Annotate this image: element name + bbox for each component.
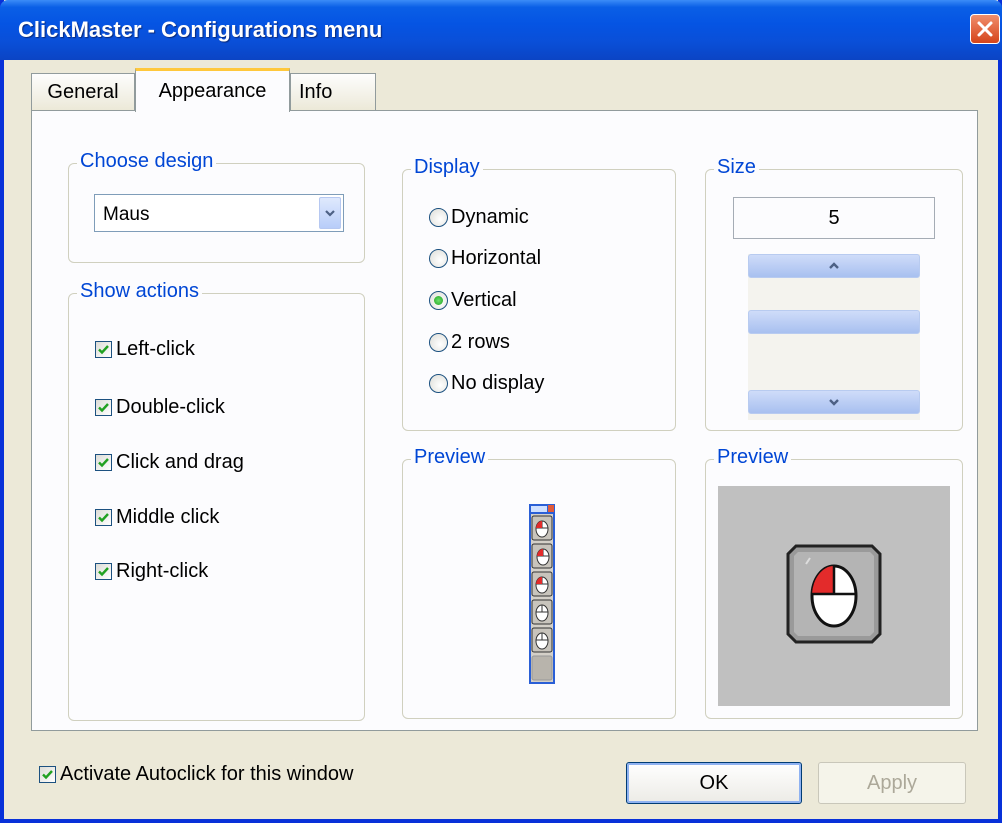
checkbox-right-click[interactable]: Right-click bbox=[95, 560, 208, 583]
checkbox-icon bbox=[95, 399, 112, 416]
preview-icon-label: Preview bbox=[714, 446, 792, 469]
tab-general-label: General bbox=[47, 80, 119, 103]
radio-dynamic[interactable]: Dynamic bbox=[429, 206, 529, 229]
ok-button-label: OK bbox=[699, 771, 729, 794]
checkbox-icon bbox=[95, 454, 112, 471]
size-slider[interactable] bbox=[748, 254, 920, 420]
checkbox-double-click[interactable]: Double-click bbox=[95, 396, 225, 419]
design-dropdown[interactable]: Maus bbox=[94, 194, 344, 232]
close-icon bbox=[977, 21, 993, 37]
apply-button-label: Apply bbox=[866, 771, 918, 794]
size-slider-thumb[interactable] bbox=[748, 310, 920, 334]
vertical-toolbar-preview-icon bbox=[529, 504, 555, 684]
choose-design-group: Choose design Maus bbox=[68, 150, 365, 263]
title-bar[interactable]: ClickMaster - Configurations menu bbox=[0, 0, 1002, 60]
autoclick-checkbox[interactable]: Activate Autoclick for this window bbox=[39, 763, 353, 786]
tab-appearance[interactable]: Appearance bbox=[135, 68, 290, 112]
radio-icon bbox=[429, 333, 448, 352]
chevron-down-icon[interactable] bbox=[319, 197, 341, 229]
design-dropdown-value: Maus bbox=[103, 204, 150, 225]
chevron-down-icon bbox=[829, 399, 839, 406]
checkbox-click-and-drag[interactable]: Click and drag bbox=[95, 451, 244, 474]
tab-info-label: Info bbox=[299, 80, 333, 103]
checkbox-label: Double-click bbox=[116, 396, 225, 418]
checkbox-icon bbox=[95, 341, 112, 358]
checkbox-label: Click and drag bbox=[116, 451, 244, 473]
preview-toolbar-label: Preview bbox=[411, 446, 489, 469]
radio-vertical[interactable]: Vertical bbox=[429, 289, 517, 312]
display-group: Display Dynamic Horizontal Vertical 2 ro… bbox=[402, 156, 676, 431]
radio-2-rows[interactable]: 2 rows bbox=[429, 331, 510, 354]
checkbox-icon bbox=[95, 563, 112, 580]
checkbox-label: Right-click bbox=[116, 560, 209, 582]
window-title: ClickMaster - Configurations menu bbox=[18, 17, 383, 42]
radio-label: No display bbox=[451, 372, 545, 394]
size-down-button[interactable] bbox=[748, 390, 920, 414]
appearance-panel: Choose design Maus Show actions Left-cli… bbox=[31, 110, 978, 731]
radio-label: Horizontal bbox=[451, 247, 542, 269]
preview-area bbox=[718, 486, 950, 706]
radio-icon bbox=[429, 208, 448, 227]
size-label: Size bbox=[714, 156, 759, 179]
choose-design-label: Choose design bbox=[77, 150, 217, 173]
radio-horizontal[interactable]: Horizontal bbox=[429, 247, 541, 270]
tab-info[interactable]: Info bbox=[290, 73, 376, 110]
radio-label: Vertical bbox=[451, 289, 517, 311]
autoclick-label: Activate Autoclick for this window bbox=[60, 763, 354, 785]
display-label: Display bbox=[411, 156, 483, 179]
checkbox-middle-click[interactable]: Middle click bbox=[95, 506, 219, 529]
size-up-button[interactable] bbox=[748, 254, 920, 278]
show-actions-group: Show actions Left-click Double-click Cli… bbox=[68, 280, 365, 721]
size-group: Size 5 bbox=[705, 156, 963, 431]
mouse-icon bbox=[786, 544, 882, 644]
checkbox-label: Left-click bbox=[116, 338, 195, 360]
radio-no-display[interactable]: No display bbox=[429, 372, 544, 395]
chevron-up-icon bbox=[829, 262, 839, 269]
checkbox-left-click[interactable]: Left-click bbox=[95, 338, 195, 361]
radio-label: Dynamic bbox=[451, 206, 529, 228]
tab-general[interactable]: General bbox=[31, 73, 135, 110]
size-value: 5 bbox=[733, 197, 935, 239]
radio-icon bbox=[429, 249, 448, 268]
show-actions-label: Show actions bbox=[77, 280, 202, 303]
radio-selected-icon bbox=[429, 291, 448, 310]
tab-appearance-label: Appearance bbox=[158, 80, 267, 102]
radio-icon bbox=[429, 374, 448, 393]
preview-toolbar-group: Preview bbox=[402, 446, 676, 719]
checkbox-icon bbox=[95, 509, 112, 526]
checkbox-icon bbox=[39, 766, 56, 783]
apply-button[interactable]: Apply bbox=[818, 762, 966, 804]
ok-button[interactable]: OK bbox=[626, 762, 802, 804]
radio-label: 2 rows bbox=[451, 331, 510, 353]
dialog-window: ClickMaster - Configurations menu Genera… bbox=[0, 0, 1002, 823]
close-button[interactable] bbox=[970, 14, 1000, 44]
preview-icon-group: Preview bbox=[705, 446, 963, 719]
checkbox-label: Middle click bbox=[116, 506, 220, 528]
